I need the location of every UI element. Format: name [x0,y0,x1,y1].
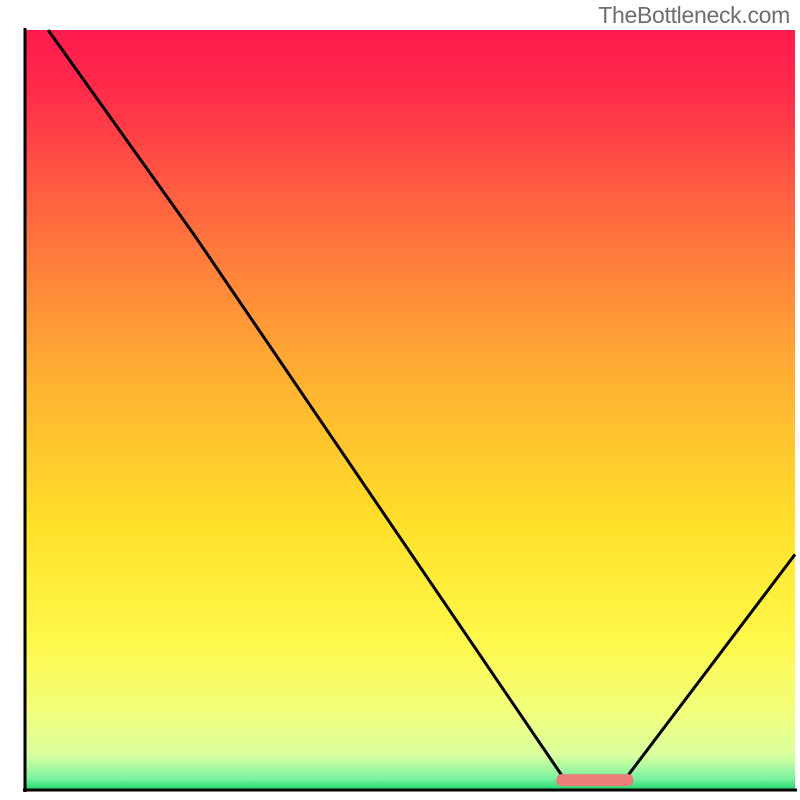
bottleneck-chart [0,0,800,800]
optimal-marker [556,774,633,786]
gradient-background [25,30,795,790]
